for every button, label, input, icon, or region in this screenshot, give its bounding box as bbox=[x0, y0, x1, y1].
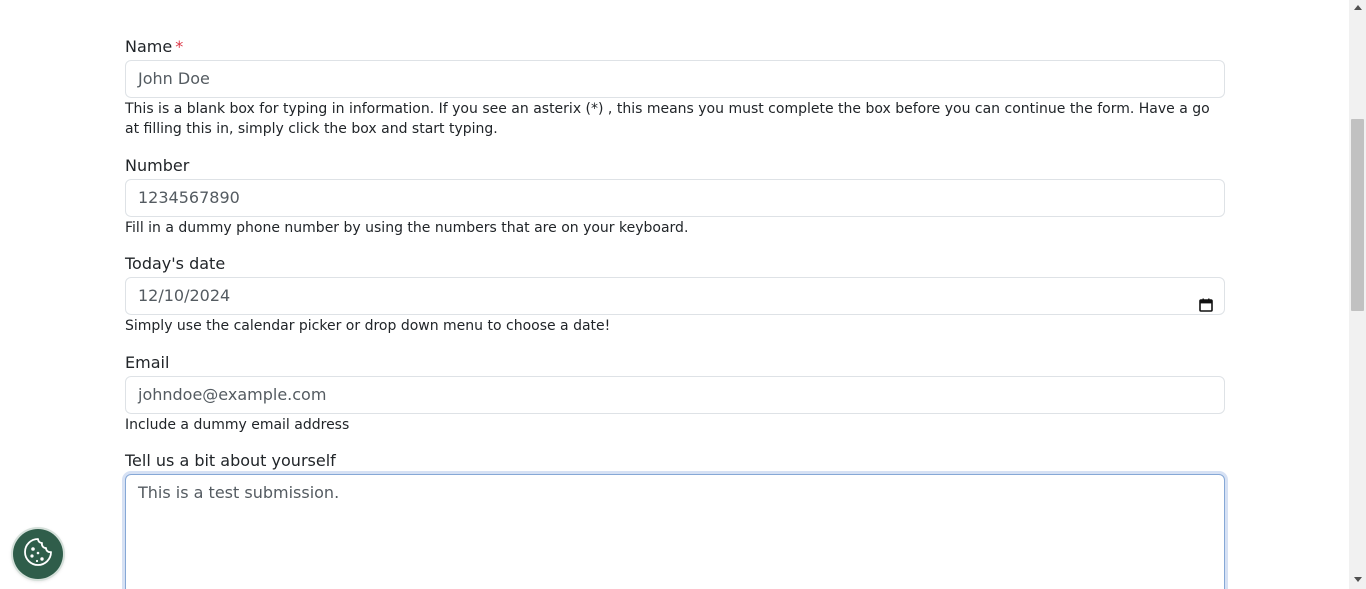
name-field-group: Name * John Doe This is a blank box for t… bbox=[125, 37, 1225, 139]
date-help-text: Simply use the calendar picker or drop d… bbox=[125, 318, 611, 334]
cookie-icon bbox=[21, 535, 55, 573]
chevron-down-icon[interactable] bbox=[1349, 572, 1366, 589]
about-textarea[interactable]: This is a test submission. bbox=[125, 474, 1225, 589]
chevron-up-icon[interactable] bbox=[1349, 0, 1366, 17]
name-help-text: This is a blank box for typing in inform… bbox=[125, 101, 1210, 137]
email-field-group: Email johndoe@example.com Include a dumm… bbox=[125, 353, 1225, 435]
cookie-settings-button[interactable] bbox=[13, 529, 63, 579]
about-textarea-value: This is a test submission. bbox=[138, 483, 340, 502]
email-help-text: Include a dummy email address bbox=[125, 417, 350, 433]
date-input[interactable]: 12/10/2024 bbox=[125, 277, 1225, 315]
number-input-value: 1234567890 bbox=[138, 188, 240, 207]
required-asterisk: * bbox=[175, 37, 184, 56]
name-label-text: Name bbox=[125, 37, 173, 56]
vertical-scrollbar[interactable] bbox=[1349, 0, 1366, 589]
number-input[interactable]: 1234567890 bbox=[125, 179, 1225, 217]
name-input-value: John Doe bbox=[138, 69, 210, 88]
number-label: Number bbox=[125, 156, 190, 175]
name-label: Name * bbox=[125, 37, 1225, 57]
email-input[interactable]: johndoe@example.com bbox=[125, 376, 1225, 414]
page: Name * John Doe This is a blank box for t… bbox=[0, 0, 1366, 589]
email-input-value: johndoe@example.com bbox=[138, 385, 327, 404]
date-field-group: Today's date 12/10/2024 Simply use the c… bbox=[125, 254, 1225, 336]
email-label: Email bbox=[125, 353, 170, 372]
about-field-group: Tell us a bit about yourself This is a t… bbox=[125, 451, 1225, 589]
number-help-text: Fill in a dummy phone number by using th… bbox=[125, 220, 689, 236]
scrollbar-thumb[interactable] bbox=[1351, 119, 1364, 311]
date-input-value: 12/10/2024 bbox=[138, 286, 231, 305]
number-field-group: Number 1234567890 Fill in a dummy phone … bbox=[125, 156, 1225, 238]
about-label: Tell us a bit about yourself bbox=[125, 451, 336, 470]
name-input[interactable]: John Doe bbox=[125, 60, 1225, 98]
calendar-icon[interactable] bbox=[1199, 289, 1213, 312]
date-label: Today's date bbox=[125, 254, 226, 273]
